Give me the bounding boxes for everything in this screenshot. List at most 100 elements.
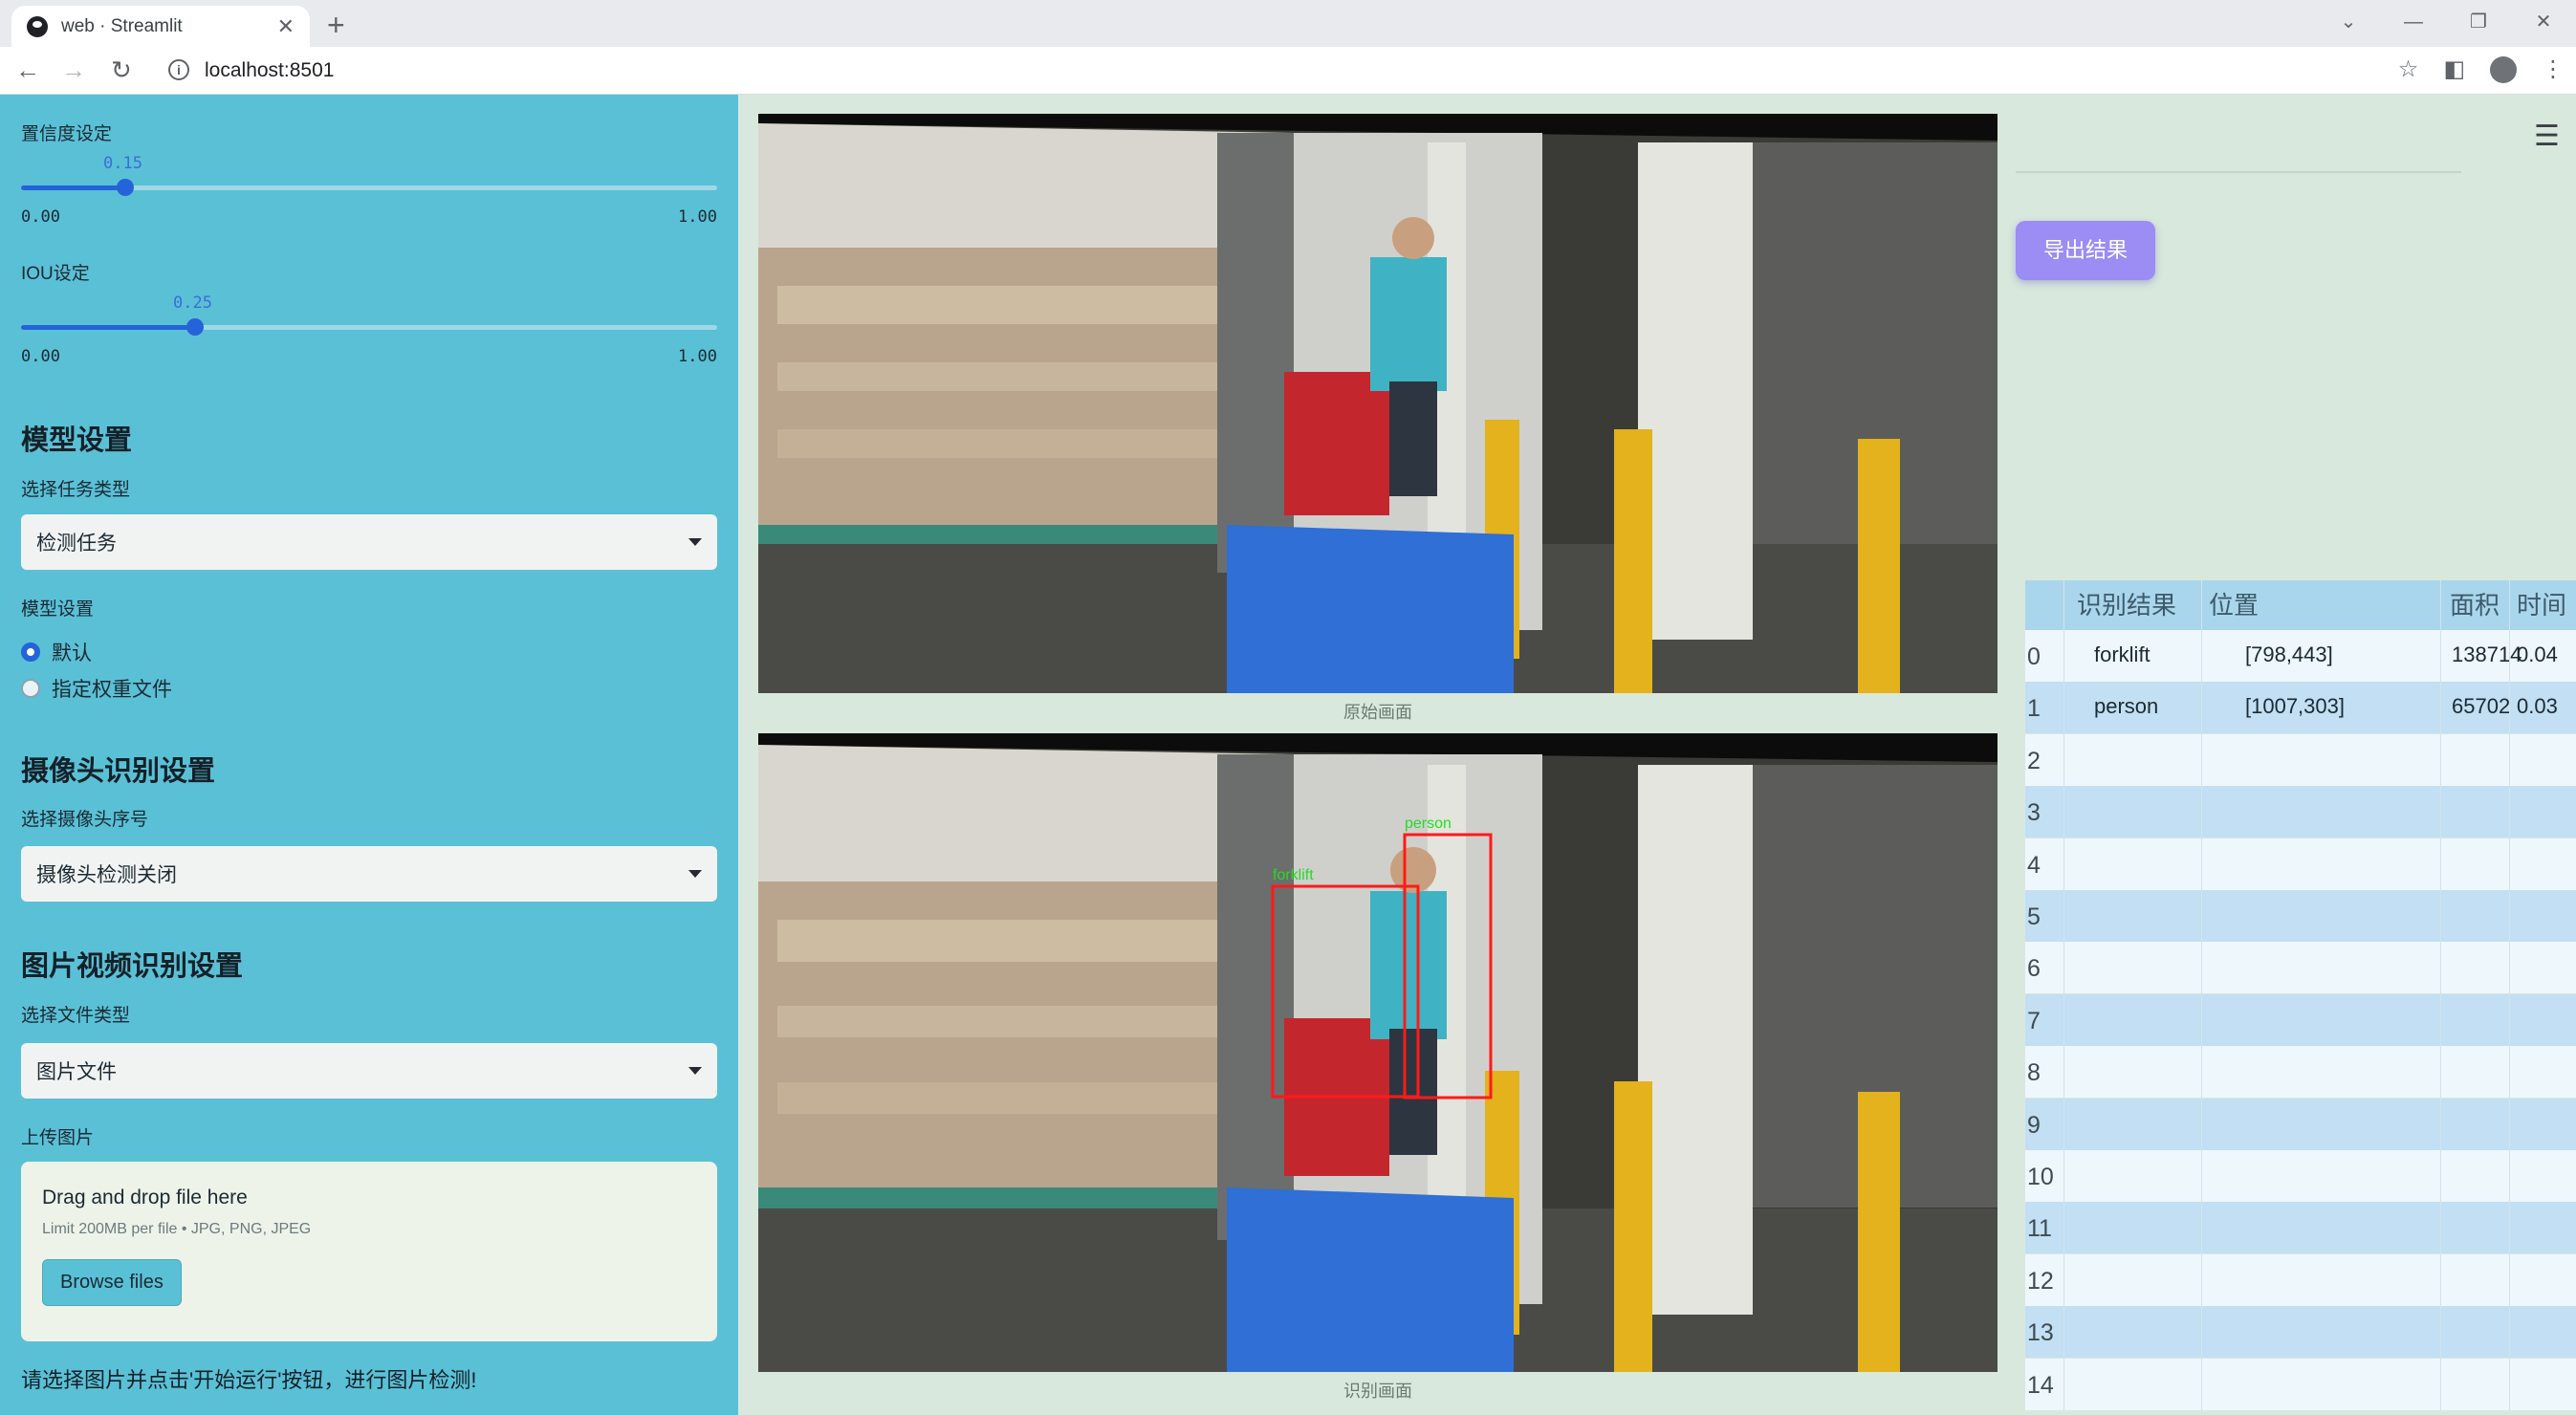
info-icon[interactable]: i: [168, 59, 189, 80]
window-controls: ⌄ — ❐ ✕: [2316, 0, 2576, 47]
file-type-select[interactable]: 图片文件: [21, 1043, 717, 1099]
row-index: 5: [2027, 903, 2041, 930]
radio-default[interactable]: 默认: [21, 638, 92, 666]
column-divider: [2509, 580, 2510, 1412]
camera-settings-heading: 摄像头识别设置: [21, 756, 216, 787]
row-index: 9: [2027, 1111, 2041, 1139]
original-caption: 原始画面: [1343, 703, 1412, 722]
table-row[interactable]: 11: [2025, 1202, 2576, 1254]
header-area: 面积: [2450, 591, 2500, 620]
row-index: 11: [2027, 1215, 2052, 1243]
person-box-label: person: [1405, 816, 1452, 832]
cell-area: 65702: [2452, 694, 2511, 719]
cell-position: [1007,303]: [2245, 694, 2345, 719]
warehouse-scene-original: [758, 114, 1997, 693]
media-settings-heading: 图片视频识别设置: [21, 951, 244, 982]
close-window-icon[interactable]: ✕: [2511, 0, 2576, 47]
browser-tab-bar: web · Streamlit ✕ + ⌄ — ❐ ✕: [0, 0, 2576, 47]
table-row[interactable]: 3: [2025, 786, 2576, 838]
iou-max: 1.00: [678, 347, 717, 366]
radio-selected-icon: [21, 642, 40, 662]
row-index: 12: [2027, 1267, 2054, 1295]
radio-custom-label: 指定权重文件: [52, 679, 172, 701]
arrow-right-icon[interactable]: →: [61, 54, 86, 85]
table-row[interactable]: 8: [2025, 1046, 2576, 1099]
table-row[interactable]: 14: [2025, 1358, 2576, 1410]
confidence-slider-thumb[interactable]: [117, 179, 134, 196]
column-divider: [2063, 580, 2064, 1412]
header-time: 时间: [2517, 591, 2567, 620]
table-row[interactable]: 12: [2025, 1253, 2576, 1306]
task-type-label: 选择任务类型: [21, 480, 131, 500]
close-tab-icon[interactable]: ✕: [277, 14, 295, 39]
iou-range: 0.00 1.00: [21, 347, 717, 366]
star-icon[interactable]: ☆: [2398, 54, 2419, 85]
reload-icon[interactable]: ↻: [111, 54, 132, 85]
table-row[interactable]: 6: [2025, 942, 2576, 994]
address-bar: ← → ↻ i localhost:8501 ☆ ◧ ⋮: [0, 47, 2576, 95]
confidence-range: 0.00 1.00: [21, 207, 717, 227]
camera-select-value: 摄像头检测关闭: [36, 864, 177, 886]
table-row[interactable]: 0 forklift [798,443] 138714 0.04: [2025, 630, 2576, 682]
export-results-button[interactable]: 导出结果: [2016, 221, 2155, 280]
confidence-min: 0.00: [21, 207, 60, 227]
tab-title: web · Streamlit: [61, 15, 183, 36]
model-settings-heading: 模型设置: [21, 425, 133, 456]
confidence-slider[interactable]: [21, 179, 717, 196]
confidence-max: 1.00: [678, 207, 717, 227]
arrow-left-icon[interactable]: ←: [15, 54, 40, 85]
browse-files-button[interactable]: Browse files: [42, 1259, 182, 1306]
streamlit-favicon-icon: [27, 15, 48, 37]
iou-slider-thumb[interactable]: [186, 318, 204, 336]
task-type-value: 检测任务: [36, 533, 117, 555]
minimize-icon[interactable]: —: [2381, 0, 2446, 47]
camera-select[interactable]: 摄像头检测关闭: [21, 846, 717, 902]
table-row[interactable]: 5: [2025, 890, 2576, 942]
table-row[interactable]: 13: [2025, 1306, 2576, 1359]
row-index: 3: [2027, 799, 2041, 827]
row-index: 13: [2027, 1319, 2054, 1347]
row-index: 1: [2027, 695, 2041, 723]
kebab-menu-icon[interactable]: ⋮: [2542, 54, 2565, 85]
row-index: 4: [2027, 851, 2041, 879]
table-row[interactable]: 7: [2025, 993, 2576, 1046]
divider: [2016, 171, 2461, 173]
file-uploader[interactable]: Drag and drop file here Limit 200MB per …: [21, 1162, 717, 1341]
row-index: 10: [2027, 1164, 2054, 1190]
radio-custom-weights[interactable]: 指定权重文件: [21, 674, 172, 703]
cell-time: 0.04: [2517, 642, 2558, 666]
iou-value: 0.25: [173, 294, 212, 313]
browser-tab[interactable]: web · Streamlit ✕: [11, 6, 310, 47]
streamlit-app: 置信度设定 0.15 0.00 1.00 IOU设定 0.25 0.00 1.0…: [0, 95, 2576, 1415]
profile-icon[interactable]: [2490, 56, 2517, 83]
tab-search-icon[interactable]: ⌄: [2316, 0, 2381, 47]
table-row[interactable]: 4: [2025, 838, 2576, 890]
row-index: 14: [2027, 1371, 2054, 1399]
file-type-value: 图片文件: [36, 1061, 117, 1083]
original-image: [758, 114, 1997, 693]
chevron-down-icon: [688, 538, 702, 546]
sidebar: 置信度设定 0.15 0.00 1.00 IOU设定 0.25 0.00 1.0…: [0, 95, 738, 1415]
restore-icon[interactable]: ❐: [2446, 0, 2511, 47]
row-index: 7: [2027, 1007, 2041, 1034]
table-row[interactable]: 1 person [1007,303] 65702 0.03: [2025, 682, 2576, 734]
cell-area: 138714: [2452, 642, 2522, 666]
result-caption: 识别画面: [1343, 1382, 1412, 1401]
chevron-down-icon: [688, 870, 702, 878]
iou-min: 0.00: [21, 347, 60, 366]
header-position: 位置: [2209, 591, 2259, 620]
chevron-down-icon: [688, 1067, 702, 1075]
iou-slider-fill: [21, 325, 195, 330]
url-field[interactable]: localhost:8501: [205, 57, 334, 84]
table-row[interactable]: 10: [2025, 1150, 2576, 1202]
table-row[interactable]: 2: [2025, 733, 2576, 786]
upload-label: 上传图片: [21, 1128, 95, 1148]
hamburger-menu-icon[interactable]: ☰: [2534, 120, 2560, 153]
new-tab-icon[interactable]: +: [327, 6, 345, 44]
side-panel-icon[interactable]: ◧: [2443, 54, 2465, 85]
task-type-select[interactable]: 检测任务: [21, 514, 717, 570]
header-result: 识别结果: [2077, 591, 2177, 620]
camera-select-label: 选择摄像头序号: [21, 810, 149, 830]
iou-slider[interactable]: [21, 318, 717, 336]
table-row[interactable]: 9: [2025, 1098, 2576, 1150]
